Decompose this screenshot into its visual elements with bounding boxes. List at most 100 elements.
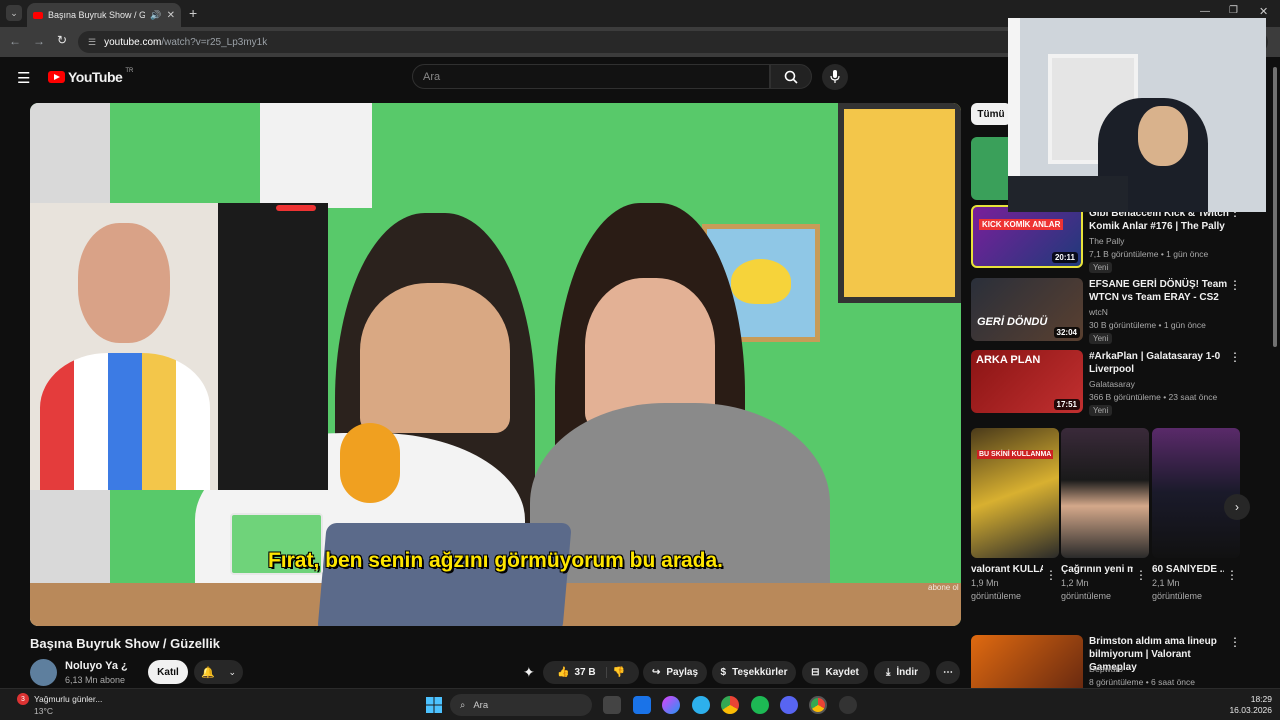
chrome-active-icon[interactable]: [809, 696, 827, 714]
short-title[interactable]: Çağrının yeni manitası ...: [1061, 564, 1133, 575]
tab-title: Başına Buyruk Show / Güze...: [48, 10, 146, 20]
video-scene-tablet: [317, 523, 572, 626]
clock-time: 18:29: [1250, 694, 1272, 704]
join-button[interactable]: Katıl: [148, 660, 188, 684]
back-icon[interactable]: ←: [9, 34, 21, 48]
thumb-text: BU SKİNİ KULLANMA: [977, 450, 1054, 459]
video-subtitle: Fırat, ben senin ağzını görmüyorum bu ar…: [267, 549, 724, 572]
more-vertical-icon[interactable]: ⋮: [1226, 568, 1238, 582]
thumb-text: ARKA PLAN: [976, 354, 1041, 366]
channel-avatar[interactable]: [30, 659, 57, 686]
minimize-icon[interactable]: —: [1200, 6, 1210, 17]
short-item[interactable]: Çağrının yeni manitası ... 1,2 Mngörüntü…: [1061, 428, 1149, 603]
system-clock[interactable]: 18:29 16.03.2026: [1222, 694, 1272, 716]
scrollbar-thumb[interactable]: [1273, 67, 1277, 347]
windows-start-icon[interactable]: [426, 697, 442, 713]
like-count: 37 B: [574, 667, 596, 678]
restore-icon[interactable]: ❐: [1229, 5, 1238, 16]
bell-icon: 🔔: [200, 666, 215, 679]
taskbar-search[interactable]: ⌕ Ara: [450, 694, 592, 716]
windows-taskbar: 3 Yağmurlu günler... 13°C ⌕ Ara 18:29 16…: [0, 688, 1280, 720]
reload-icon[interactable]: ↻: [57, 33, 67, 47]
page-scrollbar[interactable]: [1270, 57, 1280, 688]
recommendation-title[interactable]: EFSANE GERİ DÖNÜŞ! Team WTCN vs Team ERA…: [1089, 278, 1229, 304]
url-host: youtube.com: [104, 36, 162, 48]
more-vertical-icon[interactable]: ⋮: [1229, 635, 1241, 649]
thanks-button[interactable]: $ Teşekkürler: [712, 661, 796, 684]
short-title[interactable]: 60 SANİYEDE ...: [1152, 564, 1224, 575]
more-vertical-icon[interactable]: ⋮: [1135, 568, 1147, 582]
tab-list-icon[interactable]: ⌄: [6, 5, 22, 21]
thumbs-down-icon[interactable]: 👎: [613, 667, 625, 678]
app-icon[interactable]: [839, 696, 857, 714]
ai-sparkle-icon[interactable]: ✦: [523, 664, 535, 681]
short-title[interactable]: valorant KULLANM...: [971, 564, 1043, 575]
copilot-icon[interactable]: [662, 696, 680, 714]
recommendation-thumbnail[interactable]: ARKA PLAN 17:51: [971, 350, 1083, 413]
short-thumbnail[interactable]: BU SKİNİ KULLANMA: [971, 428, 1059, 558]
task-view-icon[interactable]: [603, 696, 621, 714]
new-tab-icon[interactable]: +: [189, 5, 197, 21]
more-actions-button[interactable]: ⋯: [936, 661, 960, 684]
save-label: Kaydet: [825, 667, 859, 678]
recommendation-channel[interactable]: Galatasaray: [1089, 379, 1135, 389]
chevron-down-icon: ⌄: [228, 666, 237, 677]
outlook-icon[interactable]: [633, 696, 651, 714]
recommendation-thumbnail[interactable]: [971, 635, 1083, 688]
recommendation-thumbnail[interactable]: GERİ DÖNDÜ 32:04: [971, 278, 1083, 341]
short-thumbnail[interactable]: [1152, 428, 1240, 558]
recommendation-thumb-partial[interactable]: [971, 137, 1011, 200]
recommendation-meta: 8 görüntüleme • 6 saat önce: [1089, 677, 1195, 687]
share-button[interactable]: ↪ Paylaş: [643, 661, 707, 684]
video-call-overlay: [30, 203, 328, 575]
browser-tab-active[interactable]: Başına Buyruk Show / Güze... 🔊 ✕: [27, 3, 181, 27]
recommendation-title[interactable]: #ArkaPlan | Galatasaray 1-0 Liverpool: [1089, 350, 1229, 376]
search-input[interactable]: Ara: [412, 64, 770, 89]
youtube-logo[interactable]: YouTube TR: [48, 68, 133, 85]
save-button[interactable]: ⊟ Kaydet: [802, 661, 868, 684]
like-button[interactable]: 👍 37 B: [557, 667, 607, 678]
close-window-icon[interactable]: ✕: [1259, 5, 1268, 18]
forward-icon[interactable]: →: [33, 34, 45, 48]
channel-name[interactable]: Noluyo Ya ¿: [65, 660, 128, 672]
short-item[interactable]: BU SKİNİ KULLANMA valorant KULLANM... 1,…: [971, 428, 1059, 603]
recommendation-thumbnail[interactable]: KICK KOMİK ANLAR 20:11: [971, 205, 1083, 268]
logo-text: YouTube: [68, 69, 123, 85]
video-call-person: [30, 203, 218, 490]
weather-temperature: 13°C: [34, 706, 53, 716]
download-button[interactable]: ⤓ İndir: [874, 661, 930, 684]
menu-icon[interactable]: ☰: [17, 69, 30, 87]
speaker-icon[interactable]: 🔊: [150, 10, 161, 21]
filter-chip-all[interactable]: Tümü: [971, 103, 1011, 125]
video-scene-comic-poster: [838, 103, 961, 303]
more-vertical-icon[interactable]: ⋮: [1229, 278, 1241, 292]
edge-icon[interactable]: [692, 696, 710, 714]
thanks-label: Teşekkürler: [732, 667, 788, 678]
view-count: 8 görüntüleme: [1089, 677, 1144, 687]
recommendation-channel[interactable]: wtcN: [1089, 307, 1108, 317]
close-tab-icon[interactable]: ✕: [167, 10, 175, 21]
upload-age: 6 saat önce: [1151, 677, 1195, 687]
recommendation-channel[interactable]: The Pally: [1089, 236, 1124, 246]
subscribe-bell-button[interactable]: 🔔 ⌄: [194, 660, 243, 684]
search-icon: ⌕: [460, 699, 466, 711]
recommendation-channel[interactable]: Depwaro: [1089, 664, 1123, 674]
shorts-next-button[interactable]: ›: [1224, 494, 1250, 520]
view-count: 366 B görüntüleme: [1089, 392, 1161, 402]
voice-search-button[interactable]: [822, 64, 848, 90]
spotify-icon[interactable]: [751, 696, 769, 714]
subscribe-watermark[interactable]: abone ol: [928, 583, 959, 592]
site-info-icon[interactable]: ☰: [88, 37, 96, 48]
new-badge: Yeni: [1089, 333, 1113, 344]
more-vertical-icon[interactable]: ⋮: [1229, 350, 1241, 364]
view-count: 30 B görüntüleme: [1089, 320, 1157, 330]
discord-icon[interactable]: [780, 696, 798, 714]
short-thumbnail[interactable]: [1061, 428, 1149, 558]
more-vertical-icon[interactable]: ⋮: [1045, 568, 1057, 582]
search-button[interactable]: [770, 64, 812, 89]
video-player[interactable]: Fırat, ben senin ağzını görmüyorum bu ar…: [30, 103, 961, 626]
upload-age: 1 gün önce: [1166, 249, 1209, 259]
clock-date: 16.03.2026: [1229, 705, 1272, 715]
chrome-icon[interactable]: [721, 696, 739, 714]
thumb-text: KICK KOMİK ANLAR: [979, 219, 1064, 230]
